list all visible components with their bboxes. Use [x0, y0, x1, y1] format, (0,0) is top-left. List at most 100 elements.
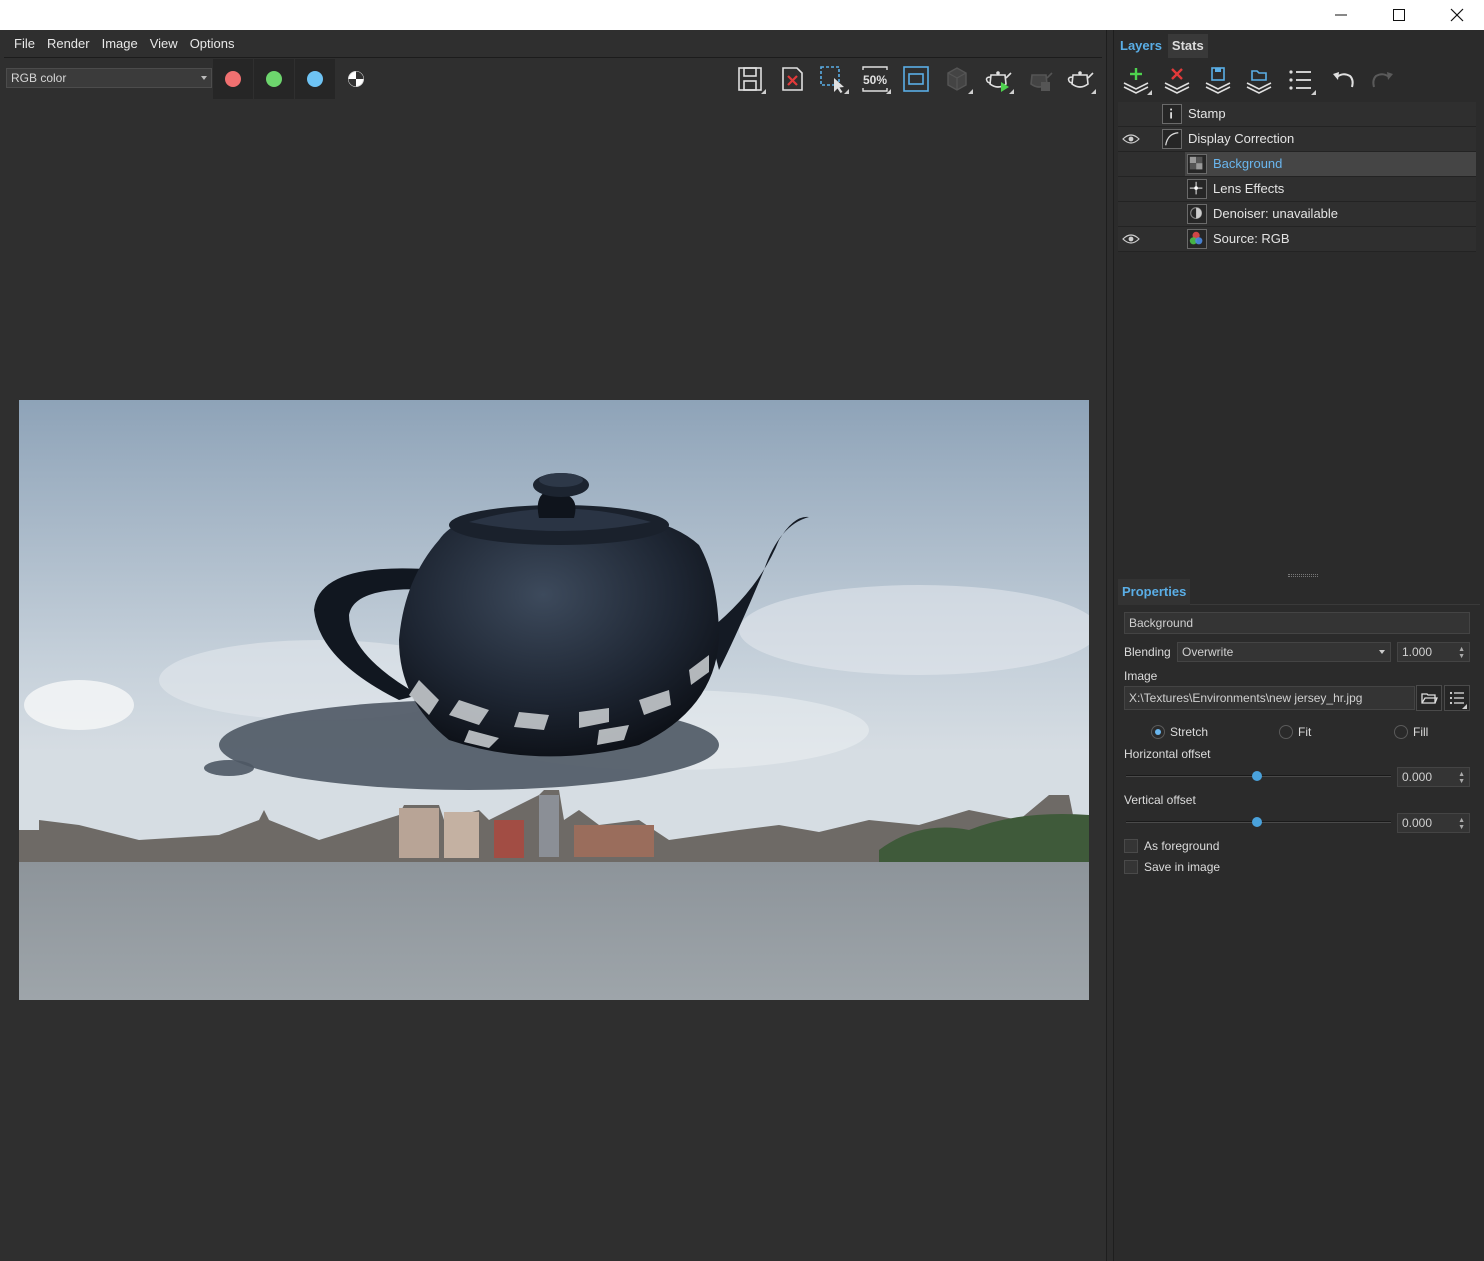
menu-image[interactable]: Image	[96, 30, 144, 58]
image-options-button[interactable]	[1444, 685, 1470, 711]
layer-row-lens-effects[interactable]: Lens Effects	[1118, 177, 1476, 202]
menu-view[interactable]: View	[144, 30, 184, 58]
properties-title[interactable]: Properties	[1118, 579, 1191, 605]
maximize-icon	[1393, 9, 1405, 21]
dropdown-corner-icon	[844, 89, 849, 94]
blending-mode-select[interactable]: Overwrite	[1177, 642, 1391, 662]
eye-icon[interactable]	[1122, 232, 1140, 246]
save-layers-button[interactable]	[1200, 64, 1236, 96]
undo-button[interactable]	[1325, 64, 1361, 96]
menu-file[interactable]: File	[8, 30, 41, 58]
redo-button[interactable]	[1365, 64, 1401, 96]
layer-row-display-correction[interactable]: Display Correction	[1118, 127, 1476, 152]
denoiser-icon	[1187, 204, 1207, 224]
layer-label: Source: RGB	[1213, 231, 1290, 246]
layer-name-field[interactable]: Background	[1124, 612, 1470, 634]
layer-row-background[interactable]: Background	[1118, 152, 1476, 177]
blue-dot-icon	[307, 71, 323, 87]
region-select-button[interactable]	[815, 63, 851, 95]
dropdown-corner-icon	[1091, 89, 1096, 94]
save-image-button[interactable]	[732, 63, 768, 95]
load-layers-icon	[1246, 70, 1272, 94]
spin-arrows-icon: ▲ ▼	[1458, 817, 1465, 831]
layers-panel: Layers Stats Stamp Display Correction Ba…	[1114, 30, 1484, 1261]
layer-row-source-rgb[interactable]: Source: RGB	[1118, 227, 1476, 252]
clear-image-button[interactable]	[774, 63, 810, 95]
render-viewport[interactable]	[4, 100, 1102, 1261]
fit-radio[interactable]	[1279, 725, 1293, 739]
as-foreground-checkbox[interactable]	[1124, 839, 1138, 853]
as-foreground-label: As foreground	[1144, 839, 1220, 853]
start-render-button[interactable]	[980, 63, 1016, 95]
layer-body: Display Correction	[1160, 127, 1476, 151]
info-icon	[1162, 104, 1182, 124]
eye-icon[interactable]	[1122, 132, 1140, 146]
maximize-button[interactable]	[1370, 0, 1428, 30]
layer-menu-button[interactable]	[1282, 64, 1318, 96]
layer-label: Display Correction	[1188, 131, 1295, 146]
image-path-field[interactable]: X:\Textures\Environments\new jersey_hr.j…	[1124, 686, 1415, 710]
fit-view-icon	[903, 66, 929, 92]
stop-render-button[interactable]	[1021, 63, 1057, 95]
render-region-button[interactable]	[939, 63, 975, 95]
blending-label: Blending	[1124, 645, 1171, 659]
layer-label: Stamp	[1188, 106, 1226, 121]
red-channel-button[interactable]	[213, 59, 253, 99]
fill-radio[interactable]	[1394, 725, 1408, 739]
delete-layer-button[interactable]	[1159, 64, 1195, 96]
folder-open-icon	[1421, 693, 1438, 704]
pane-splitter[interactable]	[1106, 30, 1114, 1261]
blending-mode-value: Overwrite	[1182, 645, 1234, 659]
layer-body: Denoiser: unavailable	[1185, 202, 1476, 226]
dropdown-corner-icon	[886, 89, 891, 94]
tab-layers[interactable]: Layers	[1116, 34, 1166, 58]
tab-stats[interactable]: Stats	[1167, 34, 1208, 58]
blue-channel-button[interactable]	[295, 59, 335, 99]
blending-amount-spinbox[interactable]: 1.000 ▲ ▼	[1397, 642, 1470, 662]
teapot-stop-icon	[1030, 72, 1053, 91]
delete-layer-icon	[1164, 68, 1190, 94]
render-setup-button[interactable]	[1062, 63, 1098, 95]
layer-body: Source: RGB	[1185, 227, 1476, 251]
resize-grip-icon[interactable]	[1288, 574, 1318, 577]
zoom-button[interactable]: 50%	[857, 63, 893, 95]
lens-star-icon	[1187, 179, 1207, 199]
horizontal-offset-spinbox[interactable]: 0.000 ▲ ▼	[1397, 767, 1470, 787]
dropdown-corner-icon	[1462, 704, 1467, 709]
redo-icon	[1372, 72, 1393, 88]
zoom-level: 50%	[863, 73, 887, 87]
layer-label: Lens Effects	[1213, 181, 1285, 196]
green-channel-button[interactable]	[254, 59, 294, 99]
add-layer-button[interactable]	[1118, 64, 1154, 96]
alpha-channel-button[interactable]	[336, 59, 376, 99]
layer-body: Background	[1185, 152, 1476, 176]
menu-options[interactable]: Options	[184, 30, 241, 58]
vertical-offset-thumb[interactable]	[1252, 817, 1262, 827]
channel-select-value: RGB color	[11, 71, 67, 85]
browse-image-button[interactable]	[1416, 685, 1442, 711]
minimize-button[interactable]	[1312, 0, 1370, 30]
channel-select[interactable]: RGB color	[6, 68, 212, 88]
fit-view-button[interactable]	[898, 63, 934, 95]
spin-arrows-icon: ▲ ▼	[1458, 646, 1465, 660]
horizontal-offset-thumb[interactable]	[1252, 771, 1262, 781]
undo-icon	[1333, 72, 1354, 88]
dropdown-corner-icon	[761, 89, 766, 94]
layer-row-denoiser[interactable]: Denoiser: unavailable	[1118, 202, 1476, 227]
menu-render[interactable]: Render	[41, 30, 96, 58]
layer-label: Denoiser: unavailable	[1213, 206, 1339, 221]
fill-label: Fill	[1413, 725, 1429, 739]
save-in-image-label: Save in image	[1144, 860, 1221, 874]
layer-row-stamp[interactable]: Stamp	[1118, 102, 1476, 127]
minimize-icon	[1335, 14, 1347, 16]
layer-body: Lens Effects	[1185, 177, 1476, 201]
load-layers-button[interactable]	[1241, 64, 1277, 96]
vertical-offset-spinbox[interactable]: 0.000 ▲ ▼	[1397, 813, 1470, 833]
save-in-image-checkbox[interactable]	[1124, 860, 1138, 874]
layer-list: Stamp Display Correction Background Lens…	[1118, 102, 1476, 252]
rendered-image[interactable]	[19, 400, 1089, 1000]
stretch-radio[interactable]	[1151, 725, 1165, 739]
vertical-offset-label: Vertical offset	[1124, 793, 1196, 807]
vertical-offset-value: 0.000	[1402, 816, 1433, 830]
close-window-button[interactable]	[1428, 0, 1484, 30]
